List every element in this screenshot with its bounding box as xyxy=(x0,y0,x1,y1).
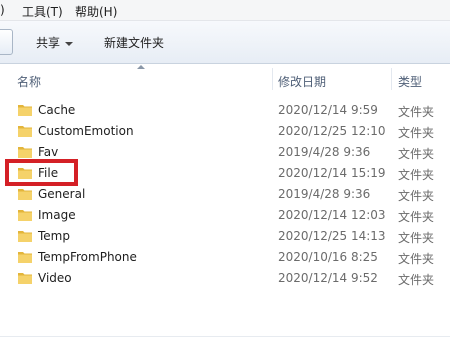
folder-icon xyxy=(18,252,32,263)
file-name: General xyxy=(38,187,86,201)
file-type: 文件夹 xyxy=(398,210,435,224)
file-name: Fav xyxy=(38,145,59,159)
list-item[interactable]: Video 2020/12/14 9:52 文件夹 xyxy=(0,268,450,289)
list-item[interactable]: CustomEmotion 2020/12/25 12:10 文件夹 xyxy=(0,121,450,142)
file-name: Cache xyxy=(38,103,76,117)
file-name: TempFromPhone xyxy=(38,250,137,264)
file-type: 文件夹 xyxy=(398,252,435,266)
list-item[interactable]: Temp 2020/12/25 14:13 文件夹 xyxy=(0,226,450,247)
file-type: 文件夹 xyxy=(398,126,435,140)
file-type: 文件夹 xyxy=(398,189,435,203)
file-date: 2019/4/28 9:36 xyxy=(278,145,371,159)
file-date: 2020/12/14 15:19 xyxy=(278,166,386,180)
column-header-type[interactable]: 类型 xyxy=(398,73,422,90)
file-date: 2020/12/14 12:03 xyxy=(278,208,386,222)
column-divider[interactable] xyxy=(391,68,392,90)
file-type: 文件夹 xyxy=(398,105,435,119)
list-item[interactable]: Image 2020/12/14 12:03 文件夹 xyxy=(0,205,450,226)
list-item[interactable]: General 2019/4/28 9:36 文件夹 xyxy=(0,184,450,205)
folder-icon xyxy=(18,210,32,221)
divider xyxy=(0,336,450,337)
share-label: 共享 xyxy=(36,36,61,50)
file-date: 2020/10/16 8:25 xyxy=(278,250,378,264)
new-folder-button[interactable]: 新建文件夹 xyxy=(104,34,164,51)
menu-item-help[interactable]: 帮助(H) xyxy=(75,3,117,20)
file-date: 2020/12/25 14:13 xyxy=(278,229,386,243)
menu-item-partial[interactable]: ) xyxy=(0,3,5,17)
menu-bar: ) 工具(T) 帮助(H) xyxy=(0,0,450,21)
column-header-name[interactable]: 名称 xyxy=(17,73,41,90)
folder-icon xyxy=(18,189,32,200)
list-item[interactable]: TempFromPhone 2020/10/16 8:25 文件夹 xyxy=(0,247,450,268)
file-type: 文件夹 xyxy=(398,273,435,287)
column-header-row: 名称 修改日期 类型 xyxy=(0,64,450,92)
file-name: Video xyxy=(38,271,72,285)
file-name: Temp xyxy=(38,229,70,243)
file-name: Image xyxy=(38,208,76,222)
file-date: 2019/4/28 9:36 xyxy=(278,187,371,201)
file-date: 2020/12/25 12:10 xyxy=(278,124,386,138)
folder-icon xyxy=(18,231,32,242)
toolbar: 共享 新建文件夹 xyxy=(0,21,450,64)
file-type: 文件夹 xyxy=(398,168,435,182)
file-type: 文件夹 xyxy=(398,231,435,245)
file-type: 文件夹 xyxy=(398,147,435,161)
folder-icon xyxy=(18,105,32,116)
column-header-date[interactable]: 修改日期 xyxy=(278,73,326,90)
folder-icon xyxy=(18,126,32,137)
highlight-box xyxy=(5,159,78,186)
folder-icon xyxy=(18,273,32,284)
column-divider[interactable] xyxy=(272,68,273,90)
organize-button[interactable] xyxy=(0,29,13,55)
file-name: CustomEmotion xyxy=(38,124,134,138)
menu-item-tools[interactable]: 工具(T) xyxy=(22,3,63,20)
folder-icon xyxy=(18,147,32,158)
share-button[interactable]: 共享 xyxy=(36,34,74,51)
sort-up-icon xyxy=(137,65,145,69)
list-item[interactable]: Cache 2020/12/14 9:59 文件夹 xyxy=(0,100,450,121)
file-date: 2020/12/14 9:59 xyxy=(278,103,378,117)
file-date: 2020/12/14 9:52 xyxy=(278,271,378,285)
chevron-down-icon xyxy=(65,41,74,46)
